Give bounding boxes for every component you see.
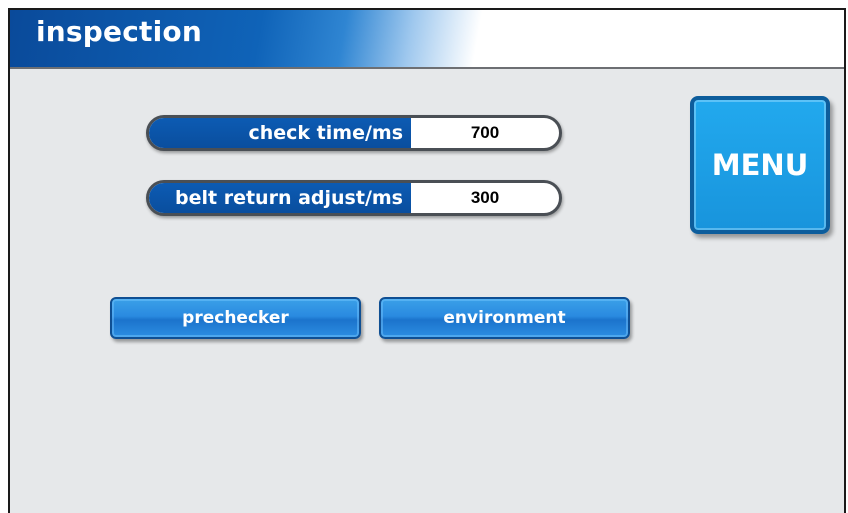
title-bar: inspection <box>10 10 844 69</box>
menu-button[interactable]: MENU <box>690 96 830 234</box>
check-time-value[interactable]: 700 <box>411 118 559 148</box>
page-title: inspection <box>36 15 202 48</box>
check-time-label: check time/ms <box>149 118 411 148</box>
environment-button[interactable]: environment <box>379 297 630 339</box>
check-time-field[interactable]: check time/ms 700 <box>146 115 562 151</box>
belt-return-adjust-value[interactable]: 300 <box>411 183 559 213</box>
hmi-screen: inspection check time/ms 700 belt return… <box>8 8 846 513</box>
belt-return-adjust-field[interactable]: belt return adjust/ms 300 <box>146 180 562 216</box>
prechecker-button[interactable]: prechecker <box>110 297 361 339</box>
belt-return-adjust-label: belt return adjust/ms <box>149 183 411 213</box>
